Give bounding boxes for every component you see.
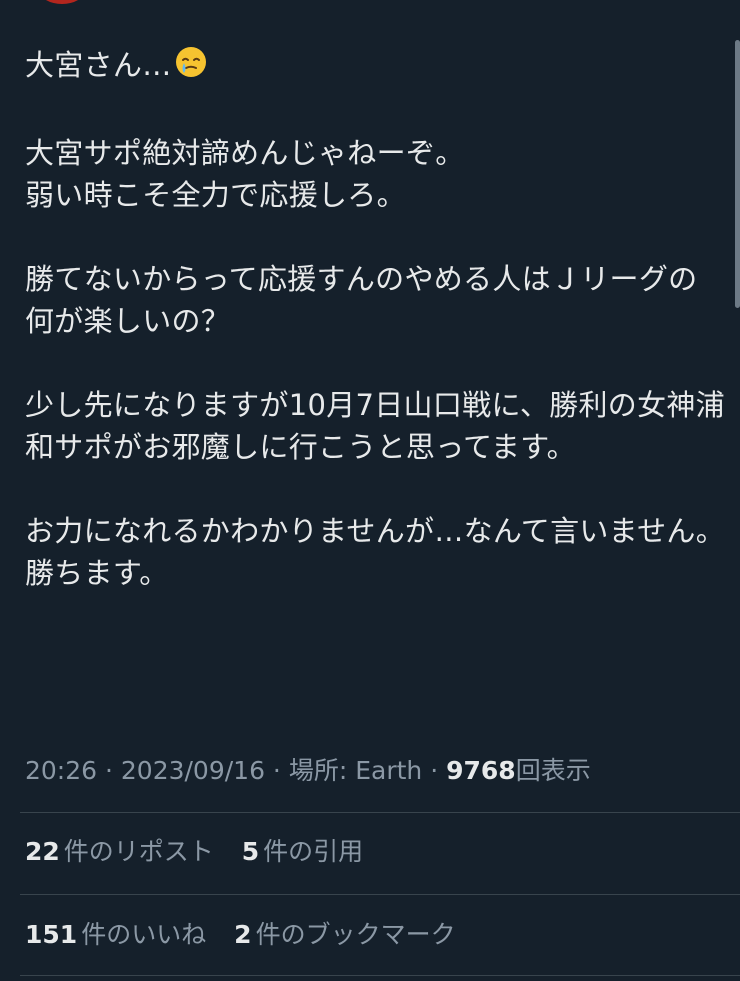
avatar[interactable] xyxy=(40,0,84,4)
bookmarks-label: 件のブックマーク xyxy=(255,920,456,949)
tweet-paragraph: お力になれるかわかりませんが…なんて言いません。勝ちます。 xyxy=(25,514,726,590)
tweet-location: 場所: Earth xyxy=(288,756,423,785)
tweet-time[interactable]: 20:26 xyxy=(25,756,97,785)
tweet-date[interactable]: 2023/09/16 xyxy=(121,756,265,785)
tweet-paragraph: 少し先になりますが10月7日山口戦に、勝利の女神浦和サポがお邪魔しに行こうと思っ… xyxy=(25,388,725,464)
tweet-paragraph-greeting: 大宮さん… xyxy=(25,44,725,90)
reposts-label: 件のリポスト xyxy=(63,837,214,866)
divider xyxy=(20,975,740,976)
tweet-text: 大宮さん… 大宮サポ絶対諦めんじゃねーぞ。 弱い時こそ全力で応援しろ。 勝てない… xyxy=(25,44,725,594)
meta-separator: · xyxy=(97,756,121,785)
tweet-paragraph: 大宮サポ絶対諦めんじゃねーぞ。 弱い時こそ全力で応援しろ。 xyxy=(25,136,465,212)
bookmarks-count: 2 xyxy=(234,920,252,949)
reposts-link[interactable]: 22 件のリポスト xyxy=(25,837,214,866)
engagement-row-likes: 151 件のいいね 2 件のブックマーク xyxy=(25,915,476,955)
divider xyxy=(20,812,740,813)
face-holding-back-tears-icon xyxy=(174,45,208,90)
quotes-label: 件の引用 xyxy=(263,837,364,866)
likes-count: 151 xyxy=(25,920,78,949)
tweet-paragraph: 勝てないからって応援すんのやめる人はＪリーグの何が楽しいの？ xyxy=(25,262,698,338)
reposts-count: 22 xyxy=(25,837,60,866)
meta-separator: · xyxy=(264,756,289,785)
greeting-text: 大宮さん… xyxy=(25,48,172,82)
views-label: 回表示 xyxy=(515,756,591,785)
divider xyxy=(20,894,740,895)
likes-link[interactable]: 151 件のいいね xyxy=(25,920,206,949)
likes-label: 件のいいね xyxy=(81,920,207,949)
engagement-row-reposts: 22 件のリポスト 5 件の引用 xyxy=(25,832,383,872)
quotes-count: 5 xyxy=(241,837,260,866)
bookmarks-link[interactable]: 2 件のブックマーク xyxy=(234,920,455,949)
scrollbar[interactable] xyxy=(735,40,740,308)
views-count: 9768 xyxy=(446,756,516,785)
tweet-meta: 20:26 · 2023/09/16 · 場所: Earth · 9768回表示 xyxy=(25,751,591,791)
quotes-link[interactable]: 5 件の引用 xyxy=(242,837,363,866)
meta-separator: · xyxy=(422,756,447,785)
